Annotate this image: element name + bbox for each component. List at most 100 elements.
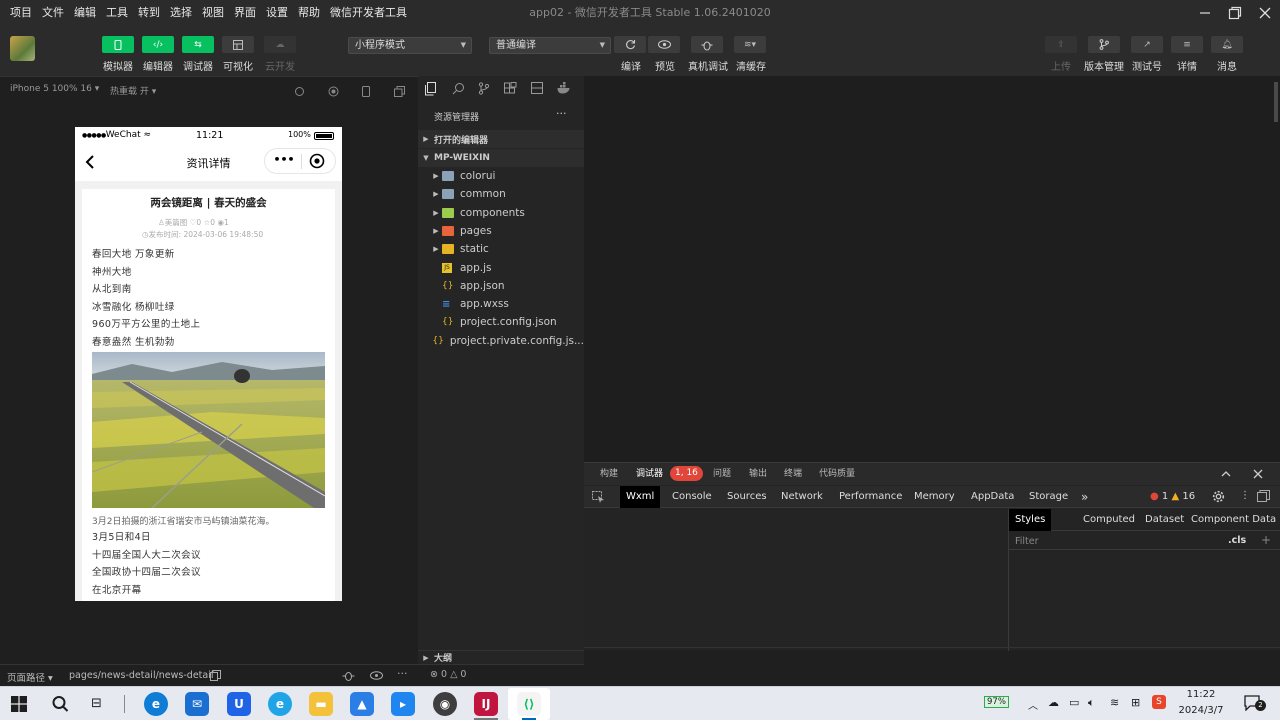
close-miniprogram-icon[interactable] [309, 153, 325, 169]
close-icon[interactable] [1252, 468, 1264, 480]
preview-button[interactable] [648, 36, 680, 53]
photos-icon[interactable]: ▲ [350, 692, 374, 716]
page-path-select[interactable]: 页面路径 ▾ [7, 670, 53, 684]
eye-icon[interactable] [370, 670, 384, 681]
wechat-devtools-icon[interactable]: ⟨⟩ [517, 692, 541, 716]
clock-date[interactable]: 2024/3/7 [1177, 705, 1225, 716]
app-icon[interactable]: ▸ [391, 692, 415, 716]
clear-cache-button[interactable]: ≋▾ [734, 36, 766, 53]
editor-scrollbar[interactable] [1274, 82, 1278, 122]
add-style-button[interactable]: + [1261, 533, 1271, 547]
copy-icon[interactable] [210, 670, 221, 681]
file-explorer-icon[interactable]: ▬ [309, 692, 333, 716]
tree-item-app-wxss[interactable]: ≡ app.wxss [418, 295, 584, 313]
sogou-icon[interactable]: S [1152, 695, 1166, 709]
mode-select[interactable]: 小程序模式 ▼ [348, 37, 472, 54]
messages-button[interactable]: 🔔︎ [1211, 36, 1243, 53]
minimize-button[interactable] [1190, 0, 1220, 26]
clock-time[interactable]: 11:22 [1177, 689, 1225, 700]
app-tray-icon[interactable]: ▭ [1069, 696, 1079, 709]
upload-button[interactable]: ⇧ [1045, 36, 1077, 53]
more-icon[interactable]: ··· [397, 667, 408, 680]
search-icon[interactable] [51, 695, 69, 713]
tree-item-components[interactable]: ▶ components [418, 204, 584, 222]
menu-item[interactable]: 设置 [261, 0, 293, 26]
tree-item-static[interactable]: ▶ static [418, 240, 584, 258]
menu-item[interactable]: 视图 [197, 0, 229, 26]
devtools-top-tab[interactable]: 问题 [707, 463, 737, 485]
simulator-toggle[interactable] [102, 36, 134, 53]
chevron-up-icon[interactable]: ︿ [1028, 697, 1038, 712]
tree-item-common[interactable]: ▶ common [418, 185, 584, 203]
device-select[interactable]: iPhone 5 100% 16 ▾ [10, 84, 99, 94]
back-icon[interactable] [83, 153, 99, 171]
devtools-tab-appdata[interactable]: AppData [965, 486, 1020, 508]
styles-tab-computed[interactable]: Computed [1077, 509, 1141, 531]
styles-tab-component-data[interactable]: Component Data [1185, 509, 1280, 531]
outline-section[interactable]: ▶ 大纲 [418, 650, 584, 664]
menu-item[interactable]: 帮助 [293, 0, 325, 26]
tree-item-project-private-config-js-[interactable]: {} project.private.config.js... [418, 332, 584, 350]
devtools-tab-storage[interactable]: Storage [1023, 486, 1074, 508]
devtools-tab-sources[interactable]: Sources [721, 486, 773, 508]
test-account-button[interactable]: ↗ [1131, 36, 1163, 53]
menu-item[interactable]: 项目 [0, 0, 37, 26]
wifi-icon[interactable]: ≋ [1110, 696, 1119, 709]
devtools-tab-wxml[interactable]: Wxml [620, 486, 661, 508]
debugger-toggle[interactable]: ⇆ [182, 36, 214, 53]
devtools-top-tab[interactable]: 调试器 [630, 463, 669, 485]
menu-item[interactable]: 编辑 [69, 0, 101, 26]
tree-item-pages[interactable]: ▶ pages [418, 222, 584, 240]
avatar[interactable] [10, 36, 35, 61]
styles-tab-styles[interactable]: Styles [1009, 509, 1052, 531]
bug-icon[interactable] [342, 669, 356, 682]
popout-icon[interactable] [392, 84, 406, 98]
kebab-icon[interactable]: ⋮ [1240, 489, 1250, 503]
devtools-top-tab[interactable]: 构建 [594, 463, 624, 485]
refresh-icon[interactable] [292, 84, 306, 98]
visual-toggle[interactable] [222, 36, 254, 53]
files-icon[interactable] [424, 82, 438, 96]
menu-item[interactable]: 选择 [165, 0, 197, 26]
tree-item-app-js[interactable]: JS app.js [418, 259, 584, 277]
problems-summary[interactable]: ⊗ 0 △ 0 [430, 669, 466, 680]
explorer-more-button[interactable]: ··· [556, 107, 567, 120]
collapse-icon[interactable] [1220, 468, 1232, 480]
menu-item[interactable]: 工具 [101, 0, 133, 26]
more-tabs-button[interactable]: » [1075, 486, 1094, 508]
tree-item-app-json[interactable]: {} app.json [418, 277, 584, 295]
input-method-icon[interactable]: ⊞ [1131, 696, 1140, 709]
close-window-button[interactable] [1250, 0, 1280, 26]
battery-indicator[interactable]: 97% [984, 696, 1009, 710]
issue-counts[interactable]: ● 1 ▲ 16 [1150, 491, 1195, 502]
app-icon[interactable]: U [227, 692, 251, 716]
devtools-top-tab[interactable]: 代码质量 [813, 463, 861, 485]
filter-input[interactable]: Filter [1015, 536, 1039, 547]
hot-reload-toggle[interactable]: 热重载 开 ▾ [110, 84, 156, 97]
extensions-icon[interactable] [504, 82, 518, 96]
cloud-icon[interactable]: ☁ [1048, 696, 1059, 709]
menu-item[interactable]: 文件 [37, 0, 69, 26]
windows-start-icon[interactable] [11, 696, 27, 712]
mail-icon[interactable]: ✉ [185, 692, 209, 716]
devtools-tab-memory[interactable]: Memory [908, 486, 961, 508]
phone-icon[interactable] [359, 84, 373, 98]
inspect-icon[interactable] [592, 491, 606, 503]
devtools-tab-console[interactable]: Console [666, 486, 718, 508]
search-icon[interactable] [452, 82, 466, 96]
ie-icon[interactable]: e [268, 692, 292, 716]
project-root-section[interactable]: ▼ MP-WEIXIN [418, 149, 584, 167]
volume-icon[interactable]: 🔈︎ [1088, 696, 1095, 710]
compile-button[interactable] [614, 36, 646, 53]
source-control-icon[interactable] [478, 82, 492, 96]
devtools-top-tab[interactable]: 终端 [778, 463, 808, 485]
details-button[interactable]: ≡ [1171, 36, 1203, 53]
settings-icon[interactable] [1212, 490, 1226, 504]
menu-item[interactable]: 微信开发者工具 [325, 0, 412, 26]
stop-icon[interactable] [326, 84, 340, 98]
cloud-button[interactable]: ☁ [264, 36, 296, 53]
menu-item[interactable]: 界面 [229, 0, 261, 26]
task-view-icon[interactable]: ⊟ [91, 696, 107, 712]
version-button[interactable] [1088, 36, 1120, 53]
tree-item-colorui[interactable]: ▶ colorui [418, 167, 584, 185]
